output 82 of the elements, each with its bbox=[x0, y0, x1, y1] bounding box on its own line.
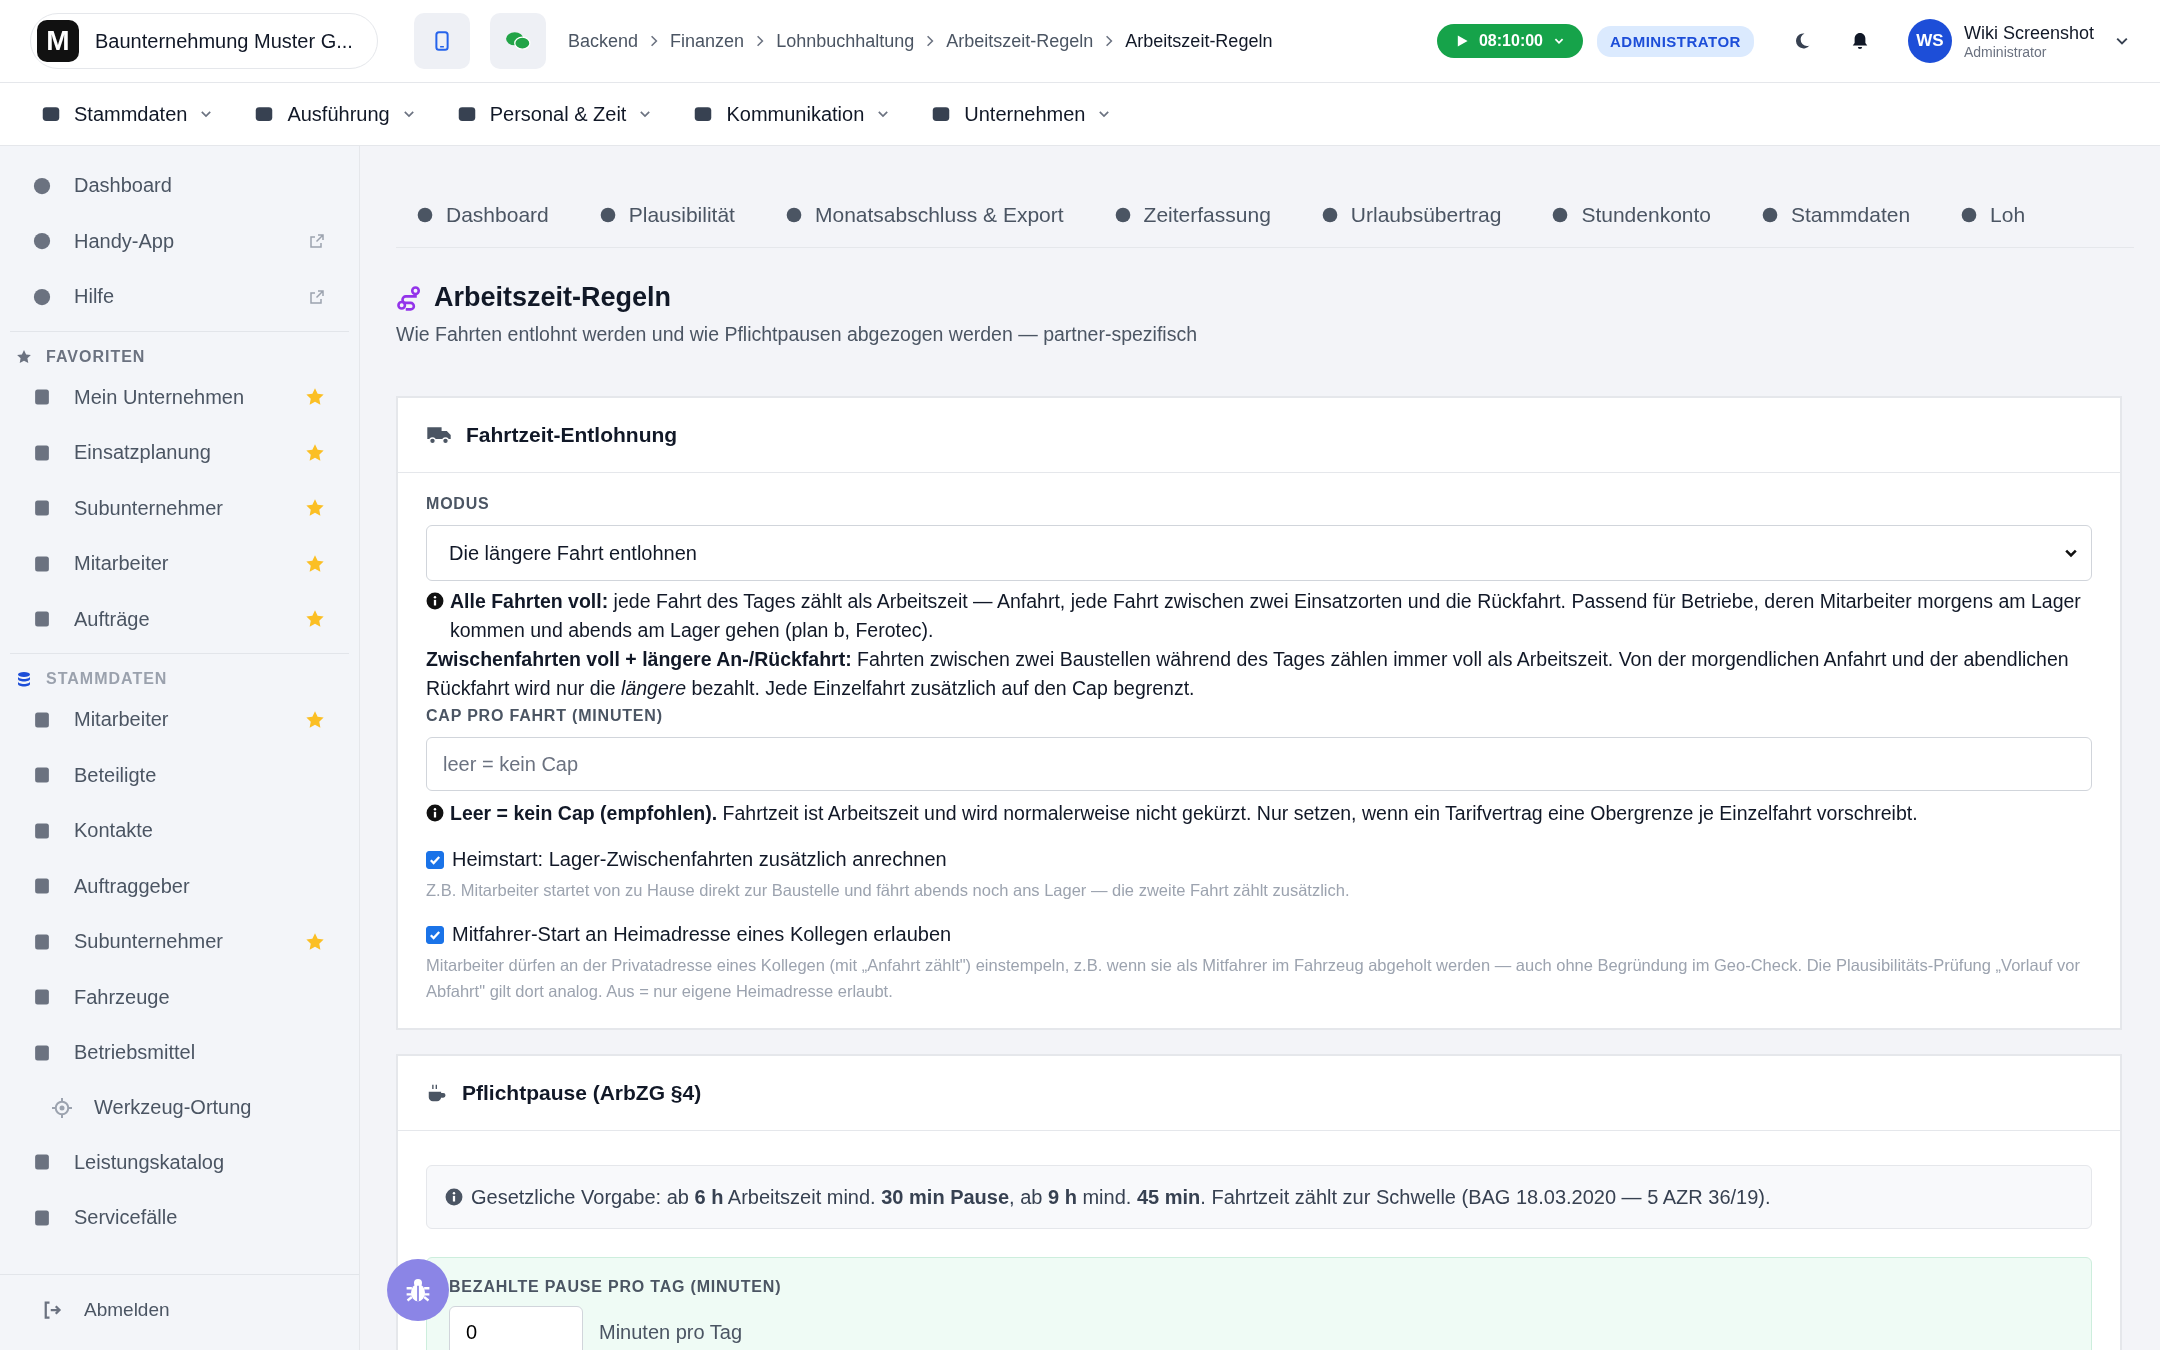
sidebar-item[interactable]: Dashboard bbox=[10, 158, 349, 214]
help-text: Alle Fahrten voll: jede Fahrt des Tages zählt als Arbeitszeit — Anfahrt, jede Fahrt zwischen zwei Einsatzorten und die Rückfahrt. Passend für Betriebe, deren Mitarbeiter morgens am Lager kommen und abends am Lager gehen (plan b, Ferotec). bbox=[450, 589, 2082, 643]
logout-link[interactable]: Abmelden bbox=[10, 1282, 349, 1338]
breadcrumb-link[interactable]: Backend bbox=[568, 30, 639, 52]
checkbox[interactable] bbox=[426, 850, 444, 869]
unit-label: Minuten pro Tag bbox=[599, 1320, 743, 1344]
sidebar-section-title: STAMMDATEN bbox=[46, 670, 168, 688]
sidebar-item[interactable]: Mitarbeiter bbox=[10, 536, 349, 592]
company-name: Baunternehmung Muster G... bbox=[95, 29, 353, 53]
info-icon bbox=[426, 592, 444, 610]
main-menu-item[interactable]: Personal & Zeit bbox=[455, 102, 653, 126]
checkbox[interactable] bbox=[426, 925, 444, 944]
sidebar-item[interactable]: Mitarbeiter bbox=[10, 692, 349, 748]
breadcrumb-link[interactable]: Arbeitszeit-Regeln bbox=[946, 30, 1094, 52]
option-hint: Z.B. Mitarbeiter startet von zu Hause direkt zur Baustelle und fährt abends noch ans Lager — die zweite Fahrt zählt zusätzlich. bbox=[426, 880, 1351, 901]
main-menu-item[interactable]: Stammdaten bbox=[40, 102, 214, 126]
sidebar-item[interactable]: Beteiligte bbox=[10, 747, 349, 803]
sidebar-item[interactable]: Werkzeug-Ortung bbox=[10, 1080, 349, 1135]
tab[interactable]: Dashboard bbox=[416, 202, 549, 227]
main-menu-item[interactable]: Unternehmen bbox=[930, 102, 1112, 126]
field-label: CAP PRO FAHRT (MINUTEN) bbox=[426, 707, 664, 725]
sidebar-item[interactable]: Handy-App bbox=[10, 213, 349, 269]
tab[interactable]: Zeiterfassung bbox=[1113, 202, 1271, 227]
user-menu[interactable]: WS Wiki Screenshot Administrator bbox=[1907, 19, 2130, 63]
mode-select[interactable]: Die längere Fahrt entlohnen bbox=[426, 525, 2092, 581]
star-icon[interactable] bbox=[305, 442, 325, 463]
sidebar-item[interactable]: Kontakte bbox=[10, 803, 349, 859]
checkbox-label: Heimstart: Lager-Zwischenfahrten zusätzlich anrechnen bbox=[452, 848, 947, 871]
sidebar-item[interactable]: Mein Unternehmen bbox=[10, 369, 349, 425]
tab[interactable]: Monatsabschluss & Export bbox=[784, 202, 1064, 227]
user-name: Wiki Screenshot bbox=[1963, 22, 2094, 44]
mobile-button[interactable] bbox=[414, 13, 470, 69]
user-role: Administrator bbox=[1963, 43, 2048, 60]
help-text: Zwischenfahrten voll + längere An-/Rückfahrt: Fahrten zwischen zwei Baustellen während des Tages zählen immer voll als Arbeitszeit. Von der morgendlichen Anfahrt und der abendlichen Rückfahrt wird nur die längere bezahlt. Jede Einzelfahrt zusätzlich auf den Cap begrenzt. bbox=[426, 647, 2070, 701]
sidebar-section-title: FAVORITEN bbox=[46, 347, 146, 366]
sidebar-item[interactable]: Subunternehmer bbox=[10, 480, 349, 536]
info-text: Gesetzliche Vorgabe: ab 6 h Arbeitszeit mind. 30 min Pause, ab 9 h mind. 45 min. Fahrtzeit zählt zur Schwelle (BAG 18.03.2020 — 5 AZR 36/19). bbox=[471, 1185, 1771, 1209]
logout-icon bbox=[42, 1300, 62, 1321]
breadcrumb-link[interactable]: Arbeitszeit-Regeln bbox=[1125, 30, 1273, 52]
page-title: Arbeitszeit-Regeln bbox=[434, 282, 672, 313]
page-subtitle: Wie Fahrten entlohnt werden und wie Pflichtpausen abgezogen werden — partner-spezifisch bbox=[396, 323, 1199, 346]
tab[interactable]: Loh bbox=[1960, 202, 2026, 227]
role-badge: ADMINISTRATOR bbox=[1597, 25, 1754, 57]
bug-icon bbox=[404, 1276, 432, 1304]
main-menu-item[interactable]: Ausführung bbox=[253, 102, 416, 126]
tab[interactable]: Stundenkonto bbox=[1551, 202, 1712, 227]
minutes-input[interactable]: 0 bbox=[449, 1306, 583, 1350]
star-icon[interactable] bbox=[305, 931, 325, 952]
star-icon[interactable] bbox=[305, 553, 325, 574]
sidebar-item[interactable]: Auftraggeber bbox=[10, 858, 349, 914]
company-logo: M bbox=[37, 20, 79, 62]
cap-input[interactable]: leer = kein Cap bbox=[426, 737, 2092, 791]
sidebar-item[interactable]: Betriebsmittel bbox=[10, 1025, 349, 1081]
sidebar-item[interactable]: Fahrzeuge bbox=[10, 969, 349, 1025]
info-icon bbox=[426, 804, 444, 822]
checkbox-label: Mitfahrer-Start an Heimadresse eines Kollegen erlauben bbox=[452, 923, 952, 946]
sidebar-item[interactable]: Servicefälle bbox=[10, 1190, 349, 1246]
tab[interactable]: Plausibilität bbox=[598, 202, 735, 227]
sidebar-item[interactable]: Hilfe bbox=[10, 269, 349, 325]
sidebar-item[interactable]: Leistungskatalog bbox=[10, 1134, 349, 1190]
option-hint: Mitarbeiter dürfen an der Privatadresse eines Kollegen (mit „Anfahrt zählt") einstempeln, z.B. wenn sie als Mitfahrer im Fahrzeug abgeholt werden — auch ohne Begründung im Geo-Check. Die Plausibilitäts-Prüfung „Vorlauf vor Abfahrt" gilt dort analog. Aus = nur eigene Heimadresse erlaubt. bbox=[426, 955, 2081, 1002]
route-icon bbox=[396, 284, 422, 311]
breadcrumb-link[interactable]: Finanzen bbox=[670, 30, 745, 52]
coffee-cup-icon bbox=[426, 1082, 448, 1104]
card-title: Pflichtpause (ArbZG §4) bbox=[462, 1081, 702, 1105]
user-avatar: WS bbox=[1907, 19, 1952, 63]
breadcrumb-link[interactable]: Lohnbuchhaltung bbox=[776, 30, 915, 52]
tab[interactable]: Stammdaten bbox=[1761, 202, 1911, 227]
help-text: Leer = kein Cap (empfohlen). Fahrtzeit ist Arbeitszeit und wird normalerweise nicht gekürzt. Nur setzen, wenn ein Tarifvertrag eine Obergrenze je Einzelfahrt vorschreibt. bbox=[450, 801, 1919, 826]
tab[interactable]: Urlaubsübertrag bbox=[1320, 202, 1502, 227]
chat-button[interactable] bbox=[490, 13, 546, 69]
sidebar-item[interactable]: Einsatzplanung bbox=[10, 425, 349, 481]
card-title: Fahrtzeit-Entlohnung bbox=[466, 423, 678, 447]
star-icon[interactable] bbox=[305, 709, 325, 730]
field-label: MODUS bbox=[426, 495, 491, 513]
sidebar-item[interactable]: Subunternehmer bbox=[10, 914, 349, 970]
field-label: BEZAHLTE PAUSE PRO TAG (MINUTEN) bbox=[449, 1278, 783, 1296]
crosshair-icon bbox=[52, 1097, 72, 1118]
sidebar-item[interactable]: Aufträge bbox=[10, 591, 349, 647]
info-icon bbox=[445, 1188, 463, 1206]
main-menu-item[interactable]: Kommunikation bbox=[692, 102, 891, 126]
star-icon bbox=[16, 348, 32, 365]
